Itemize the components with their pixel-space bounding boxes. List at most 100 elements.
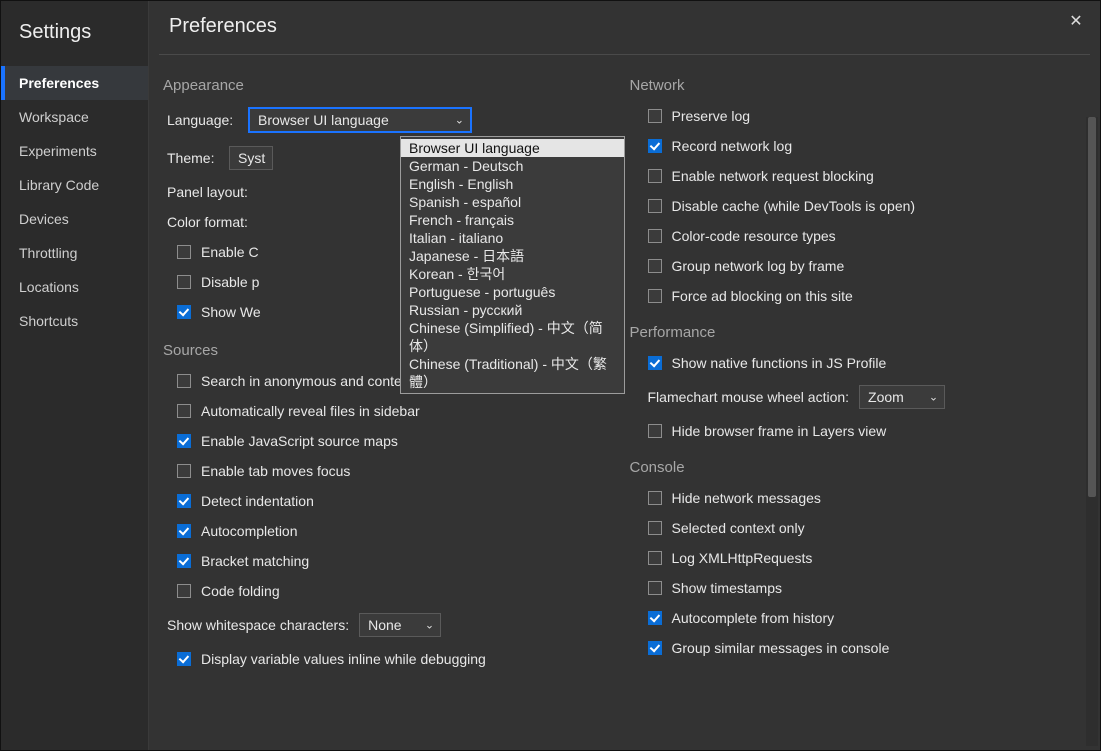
- whitespace-select[interactable]: None ⌄: [359, 613, 441, 637]
- network-checkbox-5[interactable]: [648, 259, 662, 273]
- hide-frame-checkbox[interactable]: [648, 424, 662, 438]
- close-button[interactable]: ✕: [1062, 7, 1090, 35]
- sidebar-item-locations[interactable]: Locations: [1, 270, 148, 304]
- show-we-checkbox[interactable]: [177, 305, 191, 319]
- language-option[interactable]: Chinese (Simplified) - 中文（简体）: [401, 319, 624, 355]
- network-checkbox-4[interactable]: [648, 229, 662, 243]
- section-appearance: Appearance: [163, 77, 616, 94]
- sources-label-2[interactable]: Enable JavaScript source maps: [201, 433, 398, 449]
- network-label-6[interactable]: Force ad blocking on this site: [672, 288, 853, 304]
- language-option[interactable]: Chinese (Traditional) - 中文（繁體）: [401, 355, 624, 391]
- vertical-scrollbar[interactable]: [1086, 117, 1098, 746]
- flamechart-label: Flamechart mouse wheel action:: [648, 389, 850, 405]
- sources-label-4[interactable]: Detect indentation: [201, 493, 314, 509]
- page-title: Preferences: [159, 1, 1090, 55]
- section-performance: Performance: [630, 324, 1087, 341]
- sidebar-item-library-code[interactable]: Library Code: [1, 168, 148, 202]
- console-label-3[interactable]: Show timestamps: [672, 580, 782, 596]
- chevron-down-icon: ⌄: [455, 114, 464, 127]
- language-option[interactable]: Spanish - español: [401, 193, 624, 211]
- sources-checkbox-4[interactable]: [177, 494, 191, 508]
- network-label-5[interactable]: Group network log by frame: [672, 258, 845, 274]
- language-option[interactable]: Japanese - 日本語: [401, 247, 624, 265]
- scrollbar-thumb[interactable]: [1088, 117, 1096, 497]
- inline-values-label[interactable]: Display variable values inline while deb…: [201, 651, 486, 667]
- console-checkbox-2[interactable]: [648, 551, 662, 565]
- console-checkbox-4[interactable]: [648, 611, 662, 625]
- language-dropdown[interactable]: Browser UI languageGerman - DeutschEngli…: [400, 136, 625, 394]
- language-option[interactable]: Italian - italiano: [401, 229, 624, 247]
- sources-checkbox-6[interactable]: [177, 554, 191, 568]
- flamechart-select-value: Zoom: [868, 389, 904, 405]
- sources-label-5[interactable]: Autocompletion: [201, 523, 298, 539]
- console-label-2[interactable]: Log XMLHttpRequests: [672, 550, 813, 566]
- sidebar-item-workspace[interactable]: Workspace: [1, 100, 148, 134]
- color-format-label: Color format:: [167, 214, 248, 230]
- sources-checkbox-0[interactable]: [177, 374, 191, 388]
- console-checkbox-5[interactable]: [648, 641, 662, 655]
- language-option[interactable]: Russian - русский: [401, 301, 624, 319]
- language-option[interactable]: German - Deutsch: [401, 157, 624, 175]
- theme-select[interactable]: Syst: [229, 146, 273, 170]
- network-label-3[interactable]: Disable cache (while DevTools is open): [672, 198, 916, 214]
- chevron-down-icon: ⌄: [425, 619, 434, 632]
- enable-c-checkbox[interactable]: [177, 245, 191, 259]
- sources-checkbox-7[interactable]: [177, 584, 191, 598]
- sources-checkbox-1[interactable]: [177, 404, 191, 418]
- console-label-4[interactable]: Autocomplete from history: [672, 610, 835, 626]
- network-label-2[interactable]: Enable network request blocking: [672, 168, 874, 184]
- native-fns-checkbox[interactable]: [648, 356, 662, 370]
- language-option[interactable]: English - English: [401, 175, 624, 193]
- native-fns-label[interactable]: Show native functions in JS Profile: [672, 355, 887, 371]
- network-checkbox-3[interactable]: [648, 199, 662, 213]
- console-checkbox-3[interactable]: [648, 581, 662, 595]
- sources-checkbox-2[interactable]: [177, 434, 191, 448]
- console-label-1[interactable]: Selected context only: [672, 520, 805, 536]
- language-option[interactable]: French - français: [401, 211, 624, 229]
- language-label: Language:: [167, 112, 239, 128]
- console-checkbox-1[interactable]: [648, 521, 662, 535]
- sources-label-3[interactable]: Enable tab moves focus: [201, 463, 350, 479]
- network-label-4[interactable]: Color-code resource types: [672, 228, 836, 244]
- show-we-label[interactable]: Show We: [201, 304, 261, 320]
- sidebar-item-experiments[interactable]: Experiments: [1, 134, 148, 168]
- right-column: Network Preserve log Record network log En…: [624, 69, 1095, 750]
- hide-frame-label[interactable]: Hide browser frame in Layers view: [672, 423, 887, 439]
- network-checkbox-1[interactable]: [648, 139, 662, 153]
- sidebar-item-shortcuts[interactable]: Shortcuts: [1, 304, 148, 338]
- chevron-down-icon: ⌄: [929, 391, 938, 404]
- language-select[interactable]: Browser UI language ⌄: [249, 108, 471, 132]
- sources-checkbox-5[interactable]: [177, 524, 191, 538]
- network-label-0[interactable]: Preserve log: [672, 108, 751, 124]
- console-checkbox-0[interactable]: [648, 491, 662, 505]
- sidebar-title: Settings: [1, 9, 148, 66]
- language-option[interactable]: Korean - 한국어: [401, 265, 624, 283]
- language-select-value: Browser UI language: [258, 112, 389, 128]
- sidebar-item-preferences[interactable]: Preferences: [1, 66, 148, 100]
- panel-layout-label: Panel layout:: [167, 184, 248, 200]
- sources-checkbox-3[interactable]: [177, 464, 191, 478]
- network-checkbox-6[interactable]: [648, 289, 662, 303]
- close-icon: ✕: [1069, 11, 1082, 31]
- sidebar-item-throttling[interactable]: Throttling: [1, 236, 148, 270]
- enable-c-label[interactable]: Enable C: [201, 244, 259, 260]
- sidebar-item-devices[interactable]: Devices: [1, 202, 148, 236]
- console-label-0[interactable]: Hide network messages: [672, 490, 821, 506]
- language-option[interactable]: Browser UI language: [401, 139, 624, 157]
- disable-p-label[interactable]: Disable p: [201, 274, 259, 290]
- network-label-1[interactable]: Record network log: [672, 138, 793, 154]
- theme-select-value: Syst: [238, 150, 265, 166]
- disable-p-checkbox[interactable]: [177, 275, 191, 289]
- inline-values-checkbox[interactable]: [177, 652, 191, 666]
- flamechart-select[interactable]: Zoom ⌄: [859, 385, 945, 409]
- network-checkbox-2[interactable]: [648, 169, 662, 183]
- whitespace-label: Show whitespace characters:: [167, 617, 349, 633]
- sources-label-1[interactable]: Automatically reveal files in sidebar: [201, 403, 420, 419]
- console-label-5[interactable]: Group similar messages in console: [672, 640, 890, 656]
- section-network: Network: [630, 77, 1087, 94]
- sources-label-6[interactable]: Bracket matching: [201, 553, 309, 569]
- sources-label-7[interactable]: Code folding: [201, 583, 280, 599]
- network-checkbox-0[interactable]: [648, 109, 662, 123]
- language-option[interactable]: Portuguese - português: [401, 283, 624, 301]
- section-console: Console: [630, 459, 1087, 476]
